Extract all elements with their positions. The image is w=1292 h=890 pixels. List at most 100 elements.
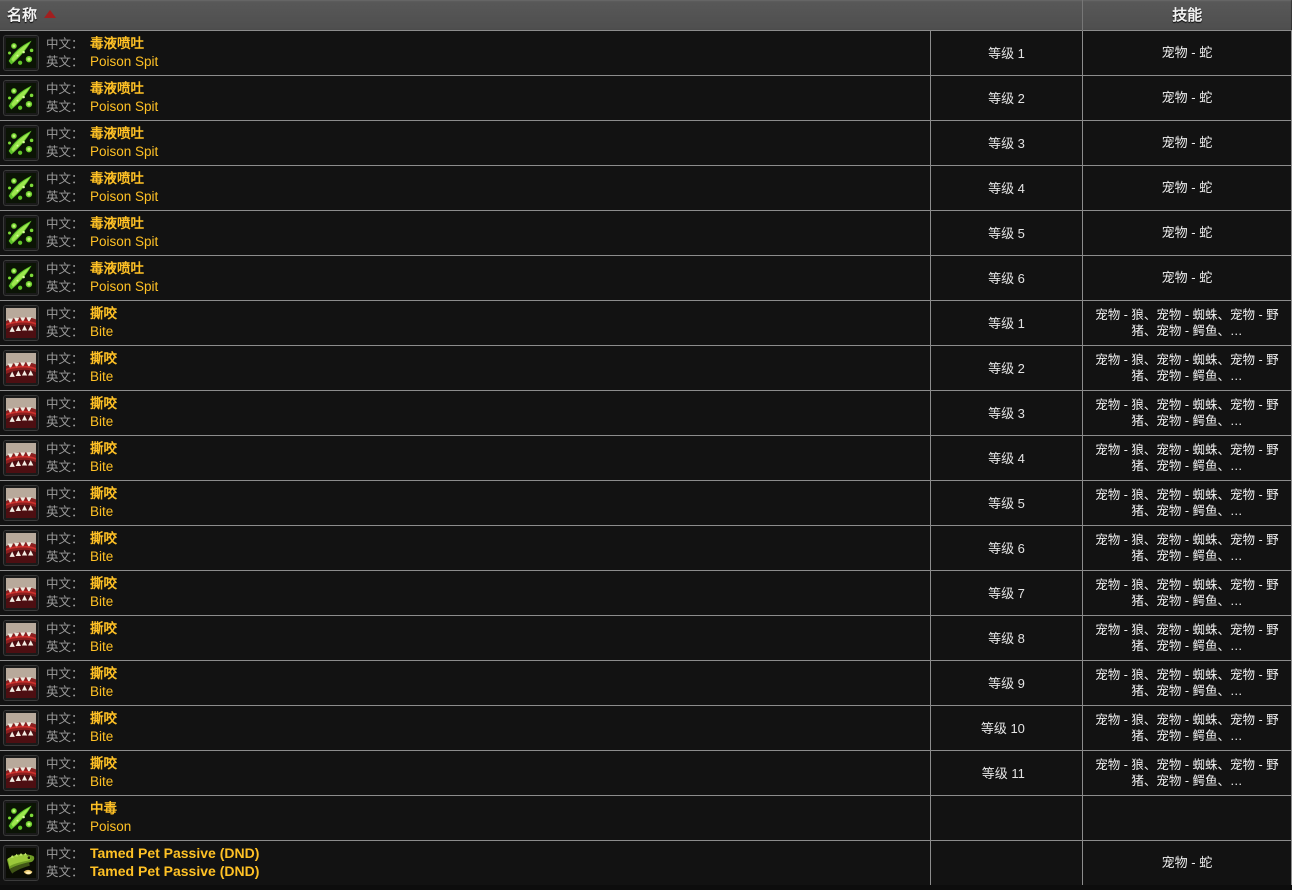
table-row[interactable]: 中文： 毒液喷吐 英文： Poison Spit 等级 1 宠物 - 蛇 [0, 29, 1292, 75]
cn-label: 中文： [46, 261, 84, 276]
bite-jaws-icon[interactable] [4, 350, 38, 385]
cell-rank: 等级 3 [930, 389, 1083, 435]
name-lines: 中文： 撕咬 英文： Bite [46, 755, 117, 791]
sort-asc-triangle-icon[interactable] [44, 10, 57, 19]
name-lines: 中文： 毒液喷吐 英文： Poison Spit [46, 125, 158, 161]
skill-name-en: Bite [90, 593, 114, 609]
skill-name-cn: 撕咬 [90, 440, 117, 456]
bite-jaws-icon[interactable] [4, 575, 38, 610]
cell-skill: 宠物 - 蛇 [1082, 74, 1292, 120]
cell-name: 中文： 中毒 英文： Poison [0, 794, 931, 840]
cn-label: 中文： [46, 81, 84, 96]
table-row[interactable]: 中文： 撕咬 英文： Bite 等级 1 宠物 - 狼、宠物 - 蜘蛛、宠物 - 野猪、宠… [0, 299, 1292, 345]
rank-label: 等级 6 [988, 541, 1025, 556]
skill-name-cn: 毒液喷吐 [90, 80, 144, 96]
poison-spit-icon[interactable] [4, 800, 38, 835]
table-row[interactable]: 中文： 撕咬 英文： Bite 等级 6 宠物 - 狼、宠物 - 蜘蛛、宠物 - 野猪、宠… [0, 524, 1292, 570]
table-row[interactable]: 中文： 毒液喷吐 英文： Poison Spit 等级 2 宠物 - 蛇 [0, 74, 1292, 120]
skill-name-en: Poison Spit [90, 233, 159, 249]
name-line-cn: 中文： 撕咬 [46, 755, 117, 773]
table-row[interactable]: 中文： 撕咬 英文： Bite 等级 4 宠物 - 狼、宠物 - 蜘蛛、宠物 - 野猪、宠… [0, 434, 1292, 480]
rank-label: 等级 5 [988, 496, 1025, 511]
column-header-skill[interactable]: 技能 [1082, 0, 1291, 30]
cell-name: 中文： Tamed Pet Passive (DND) 英文： Tamed Pet P… [0, 839, 931, 885]
en-label: 英文： [46, 594, 84, 609]
poison-spit-icon[interactable] [4, 125, 38, 160]
bite-jaws-icon[interactable] [4, 755, 38, 790]
table-row[interactable]: 中文： 毒液喷吐 英文： Poison Spit 等级 4 宠物 - 蛇 [0, 164, 1292, 210]
poison-spit-icon[interactable] [4, 170, 38, 205]
skill-families: 宠物 - 狼、宠物 - 蜘蛛、宠物 - 野猪、宠物 - 鳄鱼、… [1095, 622, 1279, 653]
table-row[interactable]: 中文： 撕咬 英文： Bite 等级 2 宠物 - 狼、宠物 - 蜘蛛、宠物 - 野猪、宠… [0, 344, 1292, 390]
poison-spit-icon[interactable] [4, 215, 38, 250]
rank-label: 等级 1 [988, 316, 1025, 331]
name-line-cn: 中文： 撕咬 [46, 575, 117, 593]
cell-rank: 等级 6 [930, 524, 1083, 570]
cn-label: 中文： [46, 846, 84, 861]
bite-jaws-icon[interactable] [4, 665, 38, 700]
cell-skill: 宠物 - 狼、宠物 - 蜘蛛、宠物 - 野猪、宠物 - 鳄鱼、… [1082, 434, 1292, 480]
cell-skill: 宠物 - 蛇 [1082, 254, 1292, 300]
poison-spit-icon[interactable] [4, 260, 38, 295]
table-row[interactable]: 中文： 毒液喷吐 英文： Poison Spit 等级 3 宠物 - 蛇 [0, 119, 1292, 165]
table-row[interactable]: 中文： 毒液喷吐 英文： Poison Spit 等级 5 宠物 - 蛇 [0, 209, 1292, 255]
cell-skill [1082, 794, 1292, 840]
name-line-en: 英文： Poison Spit [46, 53, 158, 71]
name-line-cn: 中文： 撕咬 [46, 710, 117, 728]
table-row[interactable]: 中文： 撕咬 英文： Bite 等级 11 宠物 - 狼、宠物 - 蜘蛛、宠物 - 野猪、… [0, 749, 1292, 795]
name-line-cn: 中文： 毒液喷吐 [46, 215, 158, 233]
rank-label: 等级 4 [988, 451, 1025, 466]
cell-name: 中文： 毒液喷吐 英文： Poison Spit [0, 254, 931, 300]
bite-jaws-icon[interactable] [4, 530, 38, 565]
name-line-en: 英文： Bite [46, 773, 117, 791]
rank-label: 等级 6 [988, 271, 1025, 286]
table-row[interactable]: 中文： 撕咬 英文： Bite 等级 3 宠物 - 狼、宠物 - 蜘蛛、宠物 - 野猪、宠… [0, 389, 1292, 435]
tamed-pet-crocolisk-icon[interactable] [4, 845, 38, 880]
cn-label: 中文： [46, 486, 84, 501]
rank-label: 等级 3 [988, 406, 1025, 421]
table-row[interactable]: 中文： 撕咬 英文： Bite 等级 10 宠物 - 狼、宠物 - 蜘蛛、宠物 - 野猪、… [0, 704, 1292, 750]
skill-families: 宠物 - 狼、宠物 - 蜘蛛、宠物 - 野猪、宠物 - 鳄鱼、… [1095, 307, 1279, 338]
rank-label: 等级 9 [988, 676, 1025, 691]
en-label: 英文： [46, 144, 84, 159]
table-row[interactable]: 中文： Tamed Pet Passive (DND) 英文： Tamed Pet P… [0, 839, 1292, 885]
bite-jaws-icon[interactable] [4, 395, 38, 430]
en-label: 英文： [46, 774, 84, 789]
skill-name-cn: 毒液喷吐 [90, 215, 144, 231]
table-row[interactable]: 中文： 撕咬 英文： Bite 等级 8 宠物 - 狼、宠物 - 蜘蛛、宠物 - 野猪、宠… [0, 614, 1292, 660]
cn-label: 中文： [46, 126, 84, 141]
bite-jaws-icon[interactable] [4, 620, 38, 655]
cell-skill: 宠物 - 狼、宠物 - 蜘蛛、宠物 - 野猪、宠物 - 鳄鱼、… [1082, 344, 1292, 390]
bite-jaws-icon[interactable] [4, 710, 38, 745]
name-line-cn: 中文： 撕咬 [46, 620, 117, 638]
poison-spit-icon[interactable] [4, 80, 38, 115]
skill-families: 宠物 - 蛇 [1161, 44, 1213, 60]
bite-jaws-icon[interactable] [4, 485, 38, 520]
name-line-en: 英文： Bite [46, 503, 117, 521]
cell-name: 中文： 撕咬 英文： Bite [0, 299, 931, 345]
cn-label: 中文： [46, 396, 84, 411]
rank-label: 等级 4 [988, 181, 1025, 196]
table-row[interactable]: 中文： 中毒 英文： Poison [0, 794, 1292, 840]
poison-spit-icon[interactable] [4, 35, 38, 70]
cell-rank: 等级 9 [930, 659, 1083, 705]
name-line-cn: 中文： 撕咬 [46, 350, 117, 368]
name-line-en: 英文： Poison Spit [46, 143, 158, 161]
skill-name-en: Poison Spit [90, 53, 159, 69]
bite-jaws-icon[interactable] [4, 305, 38, 340]
bite-jaws-icon[interactable] [4, 440, 38, 475]
table-row[interactable]: 中文： 撕咬 英文： Bite 等级 5 宠物 - 狼、宠物 - 蜘蛛、宠物 - 野猪、宠… [0, 479, 1292, 525]
en-label: 英文： [46, 459, 84, 474]
cell-rank: 等级 7 [930, 569, 1083, 615]
table-row[interactable]: 中文： 撕咬 英文： Bite 等级 7 宠物 - 狼、宠物 - 蜘蛛、宠物 - 野猪、宠… [0, 569, 1292, 615]
table-row[interactable]: 中文： 毒液喷吐 英文： Poison Spit 等级 6 宠物 - 蛇 [0, 254, 1292, 300]
table-row[interactable]: 中文： 撕咬 英文： Bite 等级 9 宠物 - 狼、宠物 - 蜘蛛、宠物 - 野猪、宠… [0, 659, 1292, 705]
column-header-name[interactable]: 名称 [0, 0, 1083, 30]
column-header-skill-label: 技能 [1172, 7, 1203, 25]
skill-families: 宠物 - 蛇 [1161, 179, 1213, 195]
skill-name-en: Poison Spit [90, 188, 159, 204]
en-label: 英文： [46, 189, 84, 204]
name-lines: 中文： 撕咬 英文： Bite [46, 305, 117, 341]
rank-label: 等级 11 [981, 766, 1025, 781]
name-line-en: 英文： Bite [46, 683, 117, 701]
